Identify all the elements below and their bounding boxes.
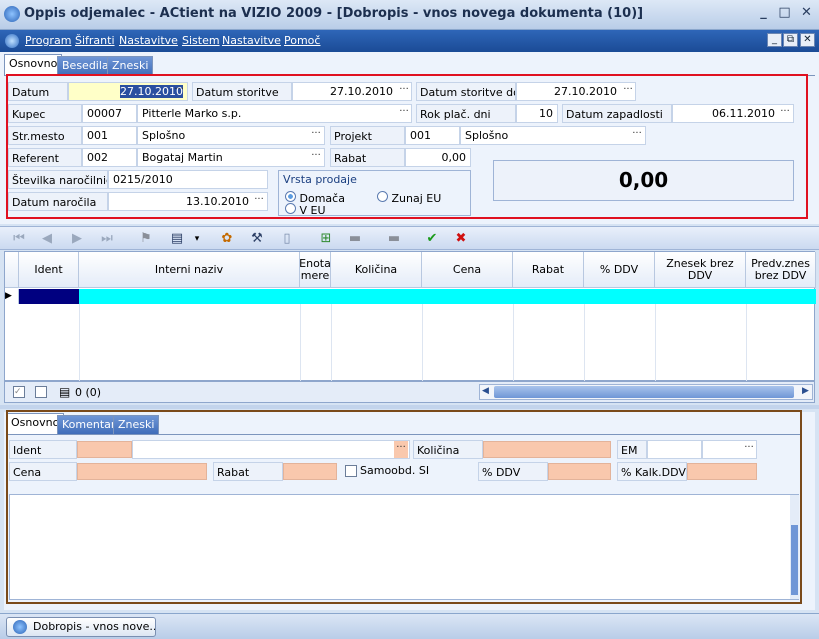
grid-footer: ✓ ▤ 0 (0) ◀ ▶ — [4, 381, 815, 403]
menu-sistem[interactable]: Sistem — [182, 34, 220, 47]
record-count-icon: ▤ — [59, 385, 71, 399]
task-icon — [13, 620, 27, 634]
col-line — [746, 304, 747, 382]
confirm-icon[interactable]: ✔ — [423, 230, 441, 248]
delete-row-icon[interactable]: ▬ — [385, 230, 403, 248]
minimize-button[interactable]: _ — [754, 4, 773, 23]
col-znesek-brez-ddv[interactable]: Znesek brez DDV — [655, 252, 746, 288]
menu-nastavitve-2[interactable]: Nastavitve — [222, 34, 281, 47]
scroll-thumb[interactable] — [494, 386, 794, 398]
col-ddv[interactable]: % DDV — [584, 252, 655, 288]
items-grid: Ident Interni naziv Enota mere Količina … — [4, 251, 816, 382]
app-icon — [4, 6, 20, 22]
col-line — [331, 304, 332, 382]
menu-program[interactable]: Program — [25, 34, 71, 47]
mdi-icon — [5, 34, 19, 48]
edit-row-icon[interactable]: ▬ — [346, 230, 364, 248]
columns-icon[interactable]: ▤ — [168, 230, 186, 248]
title-bar: Oppis odjemalec - ACtient na VIZIO 2009 … — [0, 0, 819, 30]
document-icon[interactable]: ▯ — [278, 230, 296, 248]
palette-icon[interactable]: ✿ — [218, 230, 236, 248]
window-title: Oppis odjemalec - ACtient na VIZIO 2009 … — [24, 6, 644, 21]
filter-checkbox[interactable]: ✓ — [13, 386, 25, 398]
col-line — [655, 304, 656, 382]
menu-pomoc[interactable]: Pomoč — [284, 34, 320, 47]
col-interni-naziv[interactable]: Interni naziv — [79, 252, 300, 288]
task-label: Dobropis - vnos nove... — [33, 620, 156, 633]
col-line — [300, 304, 301, 382]
menu-nastavitve[interactable]: Nastavitve — [119, 34, 178, 47]
tab-besedila[interactable]: Besedila — [57, 56, 114, 76]
maximize-button[interactable]: □ — [775, 4, 794, 23]
tools-icon[interactable]: ⚒ — [248, 230, 266, 248]
next-record-icon[interactable]: ▶ — [68, 230, 86, 248]
detail-highlight-frame — [6, 410, 802, 604]
col-line — [513, 304, 514, 382]
add-row-icon[interactable]: ⊞ — [317, 230, 335, 248]
scroll-right-icon[interactable]: ▶ — [802, 386, 809, 396]
tab-osnovno[interactable]: Osnovno — [4, 54, 63, 76]
col-enota-mere[interactable]: Enota mere — [299, 252, 331, 288]
col-rabat[interactable]: Rabat — [513, 252, 584, 288]
stamp-icon[interactable]: ⚑ — [137, 230, 155, 248]
cancel-icon[interactable]: ✖ — [452, 230, 470, 248]
col-line — [584, 304, 585, 382]
splitter[interactable] — [0, 405, 819, 409]
close-button[interactable]: ✕ — [797, 4, 816, 23]
selected-cell[interactable] — [19, 289, 79, 304]
first-record-icon[interactable]: ⏮ — [10, 230, 28, 248]
current-row-indicator: ▶ — [5, 289, 19, 304]
status-bar: Dobropis - vnos nove... — [0, 613, 819, 639]
col-ident[interactable]: Ident — [19, 252, 79, 288]
menu-bar: Program Šifranti Nastavitve Sistem Nasta… — [0, 30, 819, 52]
scroll-left-icon[interactable]: ◀ — [482, 386, 489, 396]
mdi-minimize-button[interactable]: _ — [767, 33, 782, 47]
menu-sifranti[interactable]: Šifranti — [75, 34, 115, 47]
header-highlight-frame — [6, 74, 808, 219]
col-kolicina[interactable]: Količina — [331, 252, 422, 288]
col-line — [79, 304, 80, 382]
horizontal-scrollbar[interactable]: ◀ ▶ — [479, 384, 813, 400]
task-dobropis-button[interactable]: Dobropis - vnos nove... — [6, 617, 156, 637]
last-record-icon[interactable]: ⏭ — [98, 230, 116, 248]
columns-dropdown-icon[interactable]: ▾ — [188, 230, 206, 248]
col-line — [422, 304, 423, 382]
tab-zneski[interactable]: Zneski — [107, 56, 154, 76]
col-predv-znesek[interactable]: Predv.znes brez DDV — [746, 252, 816, 288]
row-indicator-header — [5, 252, 19, 288]
table-row[interactable] — [79, 289, 816, 304]
grid-toolbar: ⏮ ◀ ▶ ⏭ ⚑ ▤ ▾ ✿ ⚒ ▯ ⊞ ▬ ▬ ✔ ✖ — [0, 226, 819, 250]
mdi-restore-button[interactable]: ⧉ — [783, 33, 798, 47]
prev-record-icon[interactable]: ◀ — [38, 230, 56, 248]
col-cena[interactable]: Cena — [422, 252, 513, 288]
record-count: 0 (0) — [75, 386, 102, 399]
mdi-close-button[interactable]: ✕ — [800, 33, 815, 47]
select-all-checkbox[interactable] — [35, 386, 47, 398]
